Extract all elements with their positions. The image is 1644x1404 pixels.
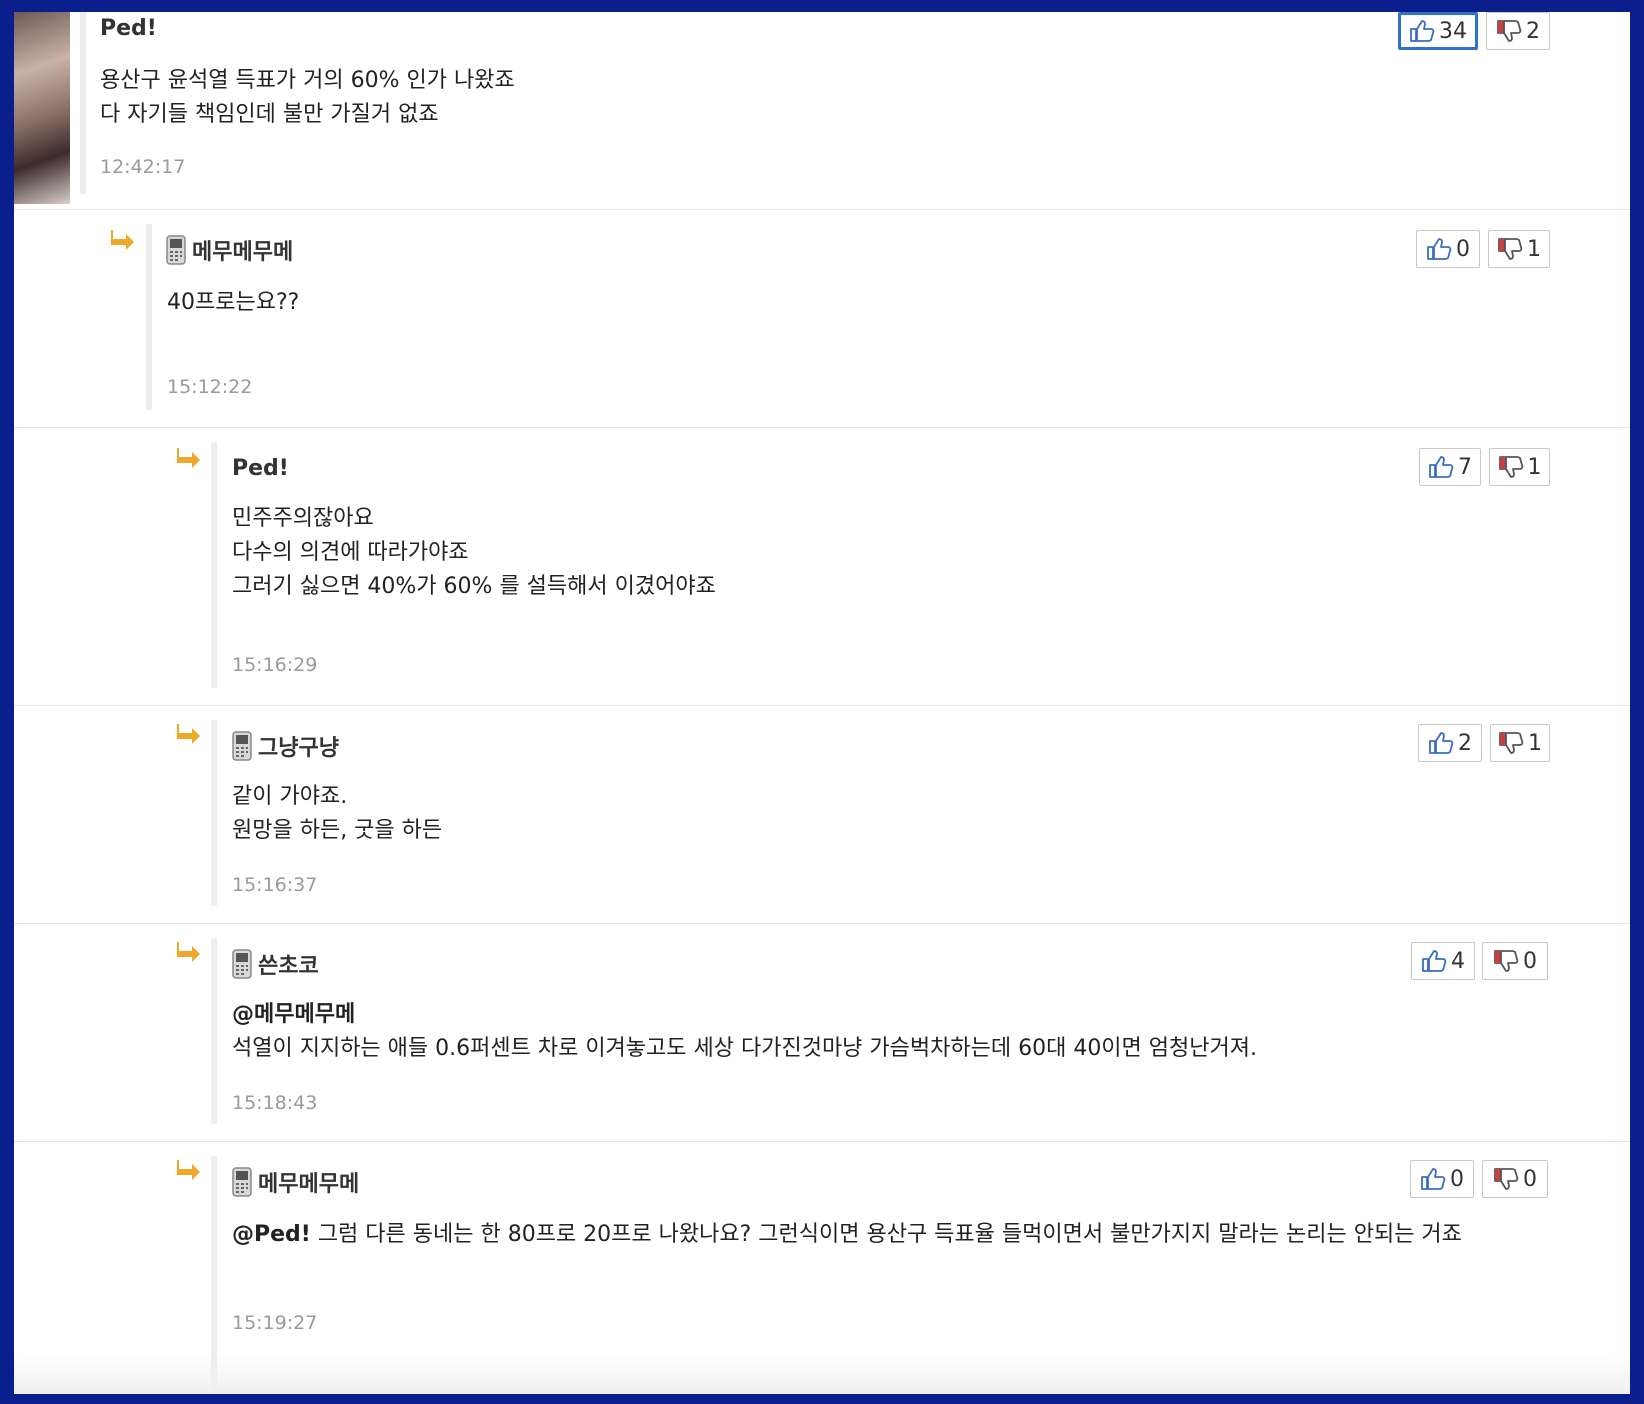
comment-timestamp: 15:12:22 bbox=[167, 376, 253, 398]
comment-text-line: 40프로는요?? bbox=[167, 290, 300, 315]
downvote-count: 1 bbox=[1527, 454, 1542, 480]
thumbs-down-icon bbox=[1496, 19, 1522, 43]
comment-indent-bar bbox=[211, 720, 217, 906]
thumbs-down-icon bbox=[1497, 237, 1523, 261]
comment-text-line: 다수의 의견에 따라가야죠 bbox=[232, 540, 469, 565]
reply-arrow-icon bbox=[110, 228, 136, 250]
comment-item: Ped! 민주주의잖아요 다수의 의견에 따라가야죠 그러기 싫으면 40%가 … bbox=[14, 428, 1630, 706]
downvote-button[interactable]: 0 bbox=[1482, 1160, 1548, 1198]
upvote-count: 0 bbox=[1456, 236, 1470, 262]
comment-author-name[interactable]: 메무메무메 bbox=[258, 1166, 359, 1198]
comment-indent-bar bbox=[146, 224, 152, 410]
thumbs-up-icon bbox=[1409, 19, 1435, 43]
thumbs-down-icon bbox=[1498, 455, 1524, 479]
downvote-button[interactable]: 1 bbox=[1489, 448, 1550, 486]
downvote-count: 2 bbox=[1526, 18, 1540, 44]
comment-text-line: 원망을 하든, 굿을 하든 bbox=[232, 818, 443, 843]
scroll-fade bbox=[14, 1354, 1630, 1394]
comment-author[interactable]: 쓴초코 bbox=[232, 948, 319, 980]
comment-indent-bar bbox=[211, 442, 217, 688]
comment-text-line: 다 자기들 책임인데 불만 가질거 없죠 bbox=[100, 102, 439, 127]
upvote-button[interactable]: 0 bbox=[1416, 230, 1480, 268]
comment-item: 메무메무메 40프로는요?? 15:12:22 0 1 bbox=[14, 210, 1630, 428]
comment-timestamp: 15:16:37 bbox=[232, 874, 318, 896]
thumbs-up-icon bbox=[1421, 949, 1447, 973]
comment-mention[interactable]: @Ped! bbox=[232, 1222, 311, 1247]
mobile-phone-icon bbox=[166, 235, 186, 265]
upvote-button[interactable]: 34 bbox=[1398, 12, 1478, 50]
upvote-button[interactable]: 7 bbox=[1419, 448, 1481, 486]
comment-author[interactable]: 그냥구냥 bbox=[232, 730, 339, 762]
comment-author[interactable]: 메무메무메 bbox=[232, 1166, 359, 1198]
downvote-button[interactable]: 0 bbox=[1482, 942, 1548, 980]
downvote-count: 0 bbox=[1523, 1166, 1537, 1192]
comment-author-name[interactable]: Ped! bbox=[100, 16, 157, 41]
comment-author[interactable]: Ped! bbox=[100, 16, 157, 41]
comment-item: 쓴초코 @메무메무메 석열이 지지하는 애들 0.6퍼센트 차로 이겨놓고도 세… bbox=[14, 924, 1630, 1142]
comment-author-name[interactable]: Ped! bbox=[232, 456, 289, 481]
comment-author[interactable]: Ped! bbox=[232, 456, 289, 481]
reply-arrow-icon bbox=[176, 940, 202, 962]
comment-indent-bar bbox=[211, 938, 217, 1124]
thumbs-up-icon bbox=[1420, 1167, 1446, 1191]
downvote-count: 0 bbox=[1523, 948, 1537, 974]
reply-arrow-icon bbox=[176, 722, 202, 744]
downvote-count: 1 bbox=[1527, 236, 1541, 262]
mobile-phone-icon bbox=[232, 731, 252, 761]
upvote-button[interactable]: 2 bbox=[1418, 724, 1482, 762]
upvote-count: 2 bbox=[1458, 730, 1472, 756]
thumbs-down-icon bbox=[1493, 949, 1519, 973]
comment-item: Ped! 용산구 윤석열 득표가 거의 60% 인가 나왔죠 다 자기들 책임인… bbox=[14, 12, 1630, 210]
downvote-button[interactable]: 1 bbox=[1490, 724, 1550, 762]
comment-timestamp: 12:42:17 bbox=[100, 156, 186, 178]
reply-arrow-icon bbox=[176, 446, 202, 468]
comment-text-line: 용산구 윤석열 득표가 거의 60% 인가 나왔죠 bbox=[100, 68, 515, 93]
comment-mention[interactable]: @메무메무메 bbox=[232, 996, 355, 1028]
comment-item: 그냥구냥 같이 가야죠. 원망을 하든, 굿을 하든 15:16:37 2 1 bbox=[14, 706, 1630, 924]
thumbs-up-icon bbox=[1428, 731, 1454, 755]
comment-author-name[interactable]: 쓴초코 bbox=[258, 948, 319, 980]
upvote-count: 34 bbox=[1439, 18, 1467, 44]
comment-text-line: 민주주의잖아요 bbox=[232, 506, 374, 531]
comment-timestamp: 15:18:43 bbox=[232, 1092, 318, 1114]
comment-text-line: 같이 가야죠. bbox=[232, 784, 348, 809]
downvote-count: 1 bbox=[1528, 730, 1542, 756]
comment-author-name[interactable]: 메무메무메 bbox=[192, 234, 293, 266]
comment-indent-bar bbox=[80, 12, 86, 194]
mobile-phone-icon bbox=[232, 1167, 252, 1197]
comment-thread: Ped! 용산구 윤석열 득표가 거의 60% 인가 나왔죠 다 자기들 책임인… bbox=[14, 12, 1630, 1394]
comment-text-line-with-mention: @Ped! 그럼 다른 동네는 한 80프로 20프로 나왔나요? 그런식이면 … bbox=[232, 1216, 1462, 1248]
comment-text: 그럼 다른 동네는 한 80프로 20프로 나왔나요? 그런식이면 용산구 득표… bbox=[310, 1222, 1462, 1247]
downvote-button[interactable]: 2 bbox=[1486, 12, 1550, 50]
thumbs-up-icon bbox=[1428, 455, 1454, 479]
avatar[interactable] bbox=[14, 12, 70, 204]
reply-arrow-icon bbox=[176, 1158, 202, 1180]
comment-text-line: 석열이 지지하는 애들 0.6퍼센트 차로 이겨놓고도 세상 다가진것마냥 가슴… bbox=[232, 1036, 1257, 1061]
thumbs-up-icon bbox=[1426, 237, 1452, 261]
comment-text-line: 그러기 싫으면 40%가 60% 를 설득해서 이겼어야죠 bbox=[232, 574, 716, 599]
upvote-button[interactable]: 0 bbox=[1410, 1160, 1474, 1198]
upvote-count: 4 bbox=[1451, 948, 1465, 974]
comment-timestamp: 15:16:29 bbox=[232, 654, 318, 676]
upvote-count: 7 bbox=[1458, 454, 1472, 480]
comment-author-name[interactable]: 그냥구냥 bbox=[258, 730, 339, 762]
upvote-button[interactable]: 4 bbox=[1411, 942, 1475, 980]
comment-timestamp: 15:19:27 bbox=[232, 1312, 318, 1334]
downvote-button[interactable]: 1 bbox=[1488, 230, 1550, 268]
mobile-phone-icon bbox=[232, 949, 252, 979]
thumbs-down-icon bbox=[1493, 1167, 1519, 1191]
thumbs-down-icon bbox=[1498, 731, 1524, 755]
upvote-count: 0 bbox=[1450, 1166, 1464, 1192]
comment-author[interactable]: 메무메무메 bbox=[166, 234, 293, 266]
